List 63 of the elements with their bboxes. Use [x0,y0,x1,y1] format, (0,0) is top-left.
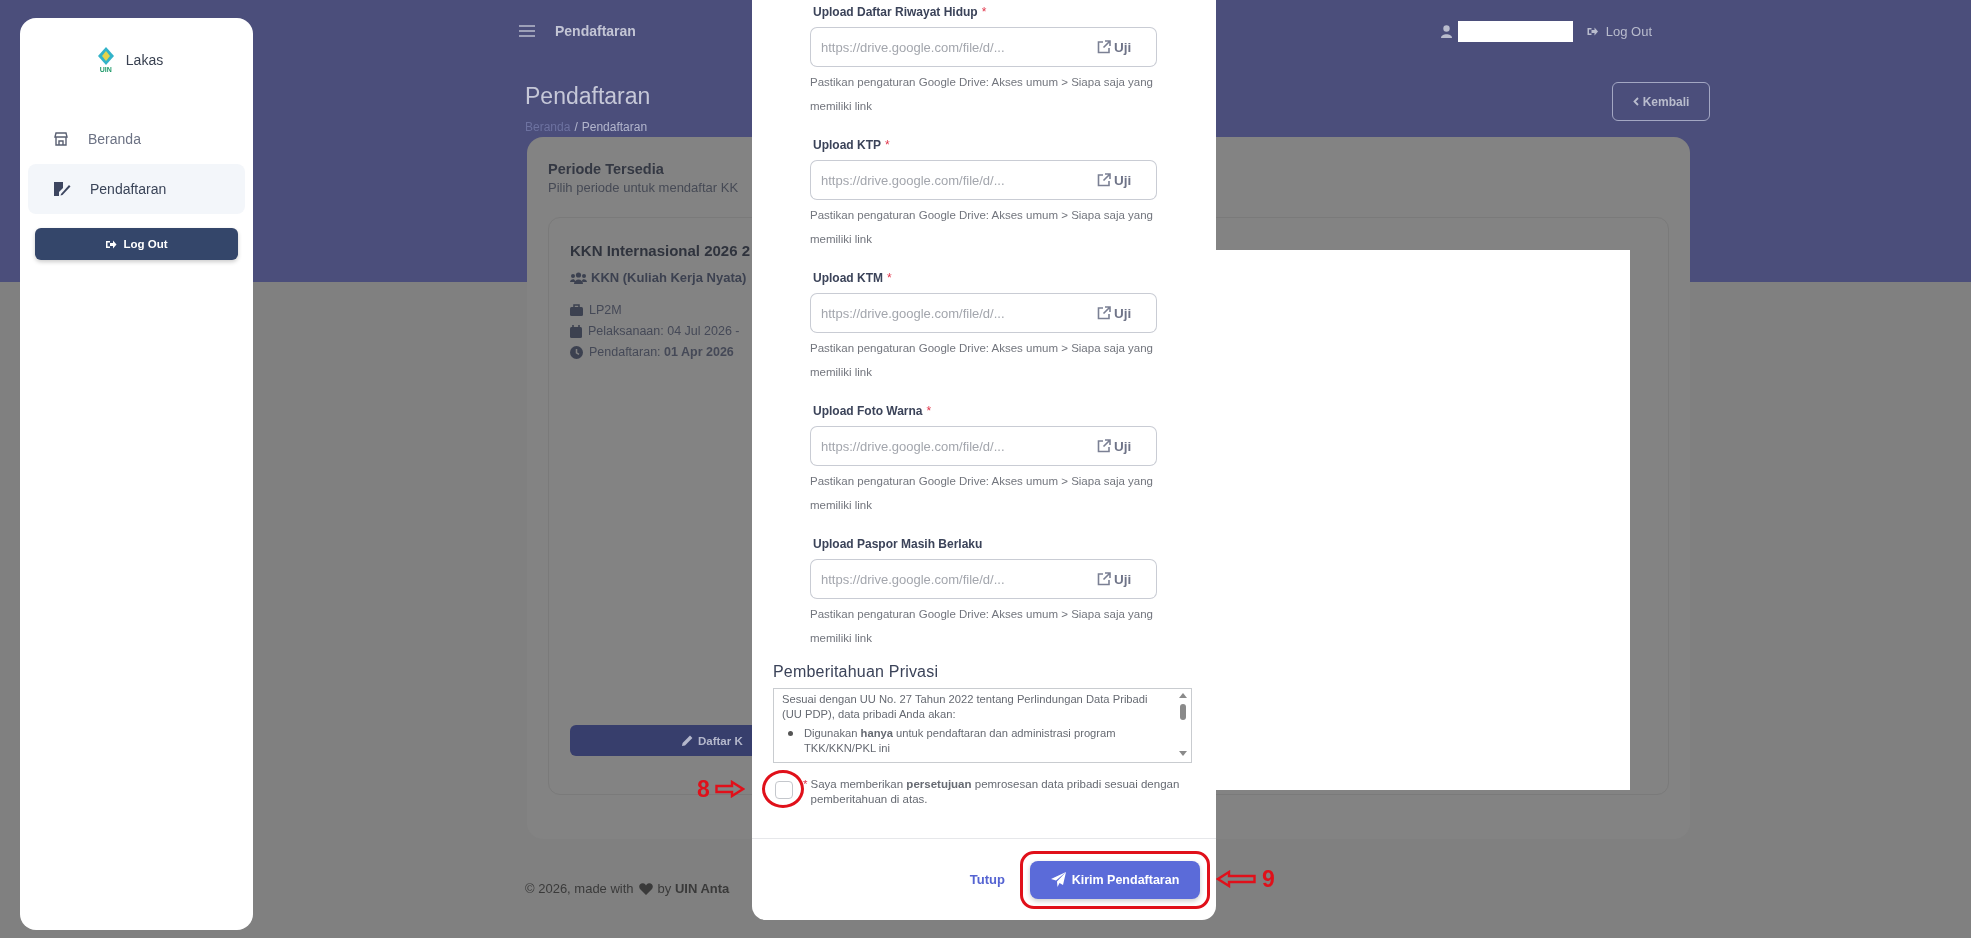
sign-out-icon [1585,25,1599,37]
privacy-list-item: Digunakan hanya untuk pendaftaran dan administrasi program TKK/KKN/PKL ini [804,726,1117,756]
field-label: Upload Foto Warna [813,404,923,419]
section-heading: Pemberitahuan Privasi [773,662,940,682]
left-arrow-icon [1216,869,1256,888]
sign-out-icon [105,238,118,250]
field-label: Upload Daftar Riwayat Hidup [813,5,978,20]
page-title: Pendaftaran [525,82,651,110]
period-detail: Pendaftaran: 01 Apr 2026 [589,345,734,359]
period-type: KKN (Kuliah Kerja Nyata) [591,270,747,285]
consent-text: Saya memberikan persetujuan pemrosesan data pribadi sesuai dengan pemberitahuan di atas. [810,777,1181,807]
footer-text: © 2026, made with [525,881,634,896]
edit-document-icon [53,181,71,197]
required-mark: * [887,271,892,286]
annotation-number: 9 [1262,865,1275,892]
pencil-icon [682,735,693,746]
user-icon [1440,24,1452,38]
briefcase-icon [570,304,583,316]
required-mark: * [926,404,932,419]
required-mark: * [885,138,890,153]
help-text: Pastikan pengaturan Google Drive: Akses umum > Siapa saja yang memiliki link [810,341,1154,380]
required-mark: * [981,5,987,20]
store-icon [53,131,69,147]
back-button[interactable]: Kembali [1612,82,1710,121]
privacy-text: Sesuai dengan UU No. 27 Tahun 2022 tentang Perlindungan Data Pribadi (UU PDP), data pribadi Anda akan: [782,692,1149,722]
help-text: Pastikan pengaturan Google Drive: Akses umum > Siapa saja yang memiliki link [810,75,1154,114]
menu-icon [519,25,535,37]
submit-button[interactable]: Kirim Pendaftaran [1030,860,1200,899]
heart-icon [638,882,653,895]
users-icon [570,271,587,284]
field-label: Upload Paspor Masih Berlaku [813,537,983,552]
footer-text: by UIN Anta [657,881,730,896]
period-detail: Pelaksanaan: 04 Jul 2026 - [588,324,740,338]
register-button[interactable]: Daftar K [570,725,752,756]
diamond-logo-icon [95,46,116,66]
help-text: Pastikan pengaturan Google Drive: Akses umum > Siapa saja yang memiliki link [810,208,1154,247]
topbar-title: Pendaftaran [555,23,636,39]
logout-button[interactable]: Log Out [35,228,238,260]
chevron-left-icon [1632,97,1639,106]
field-label: Upload KTM [813,271,883,286]
sidebar-item[interactable]: Pendaftaran [28,164,245,214]
required-mark: * [803,777,808,792]
panel-subtitle: Pilih periode untuk mendaftar KK [548,180,739,195]
help-text: Pastikan pengaturan Google Drive: Akses umum > Siapa saja yang memiliki link [810,474,1154,513]
breadcrumb-separator: / [574,120,578,134]
consent-checkbox[interactable] [775,781,793,799]
right-arrow-icon [714,780,745,798]
help-text: Pastikan pengaturan Google Drive: Akses umum > Siapa saja yang memiliki link [810,607,1154,646]
annotation-circle [762,770,804,808]
clock-icon [570,345,583,359]
field-label: Upload KTP [813,138,881,153]
period-title: KKN Internasional 2026 2 [570,242,752,259]
calendar-icon [570,324,582,338]
app-name: Lakas [125,52,164,68]
bullet-icon [788,731,793,736]
paper-plane-icon [1050,872,1066,887]
close-link[interactable]: Tutup [969,872,1005,887]
period-detail: LP2M [589,303,622,317]
sidebar-item[interactable]: Beranda [28,114,245,164]
logout-link[interactable]: Log Out [1585,23,1652,39]
breadcrumb-link[interactable]: Pendaftaran [581,120,648,134]
panel-title: Periode Tersedia [548,161,665,177]
annotation-number: 8 [697,776,710,802]
